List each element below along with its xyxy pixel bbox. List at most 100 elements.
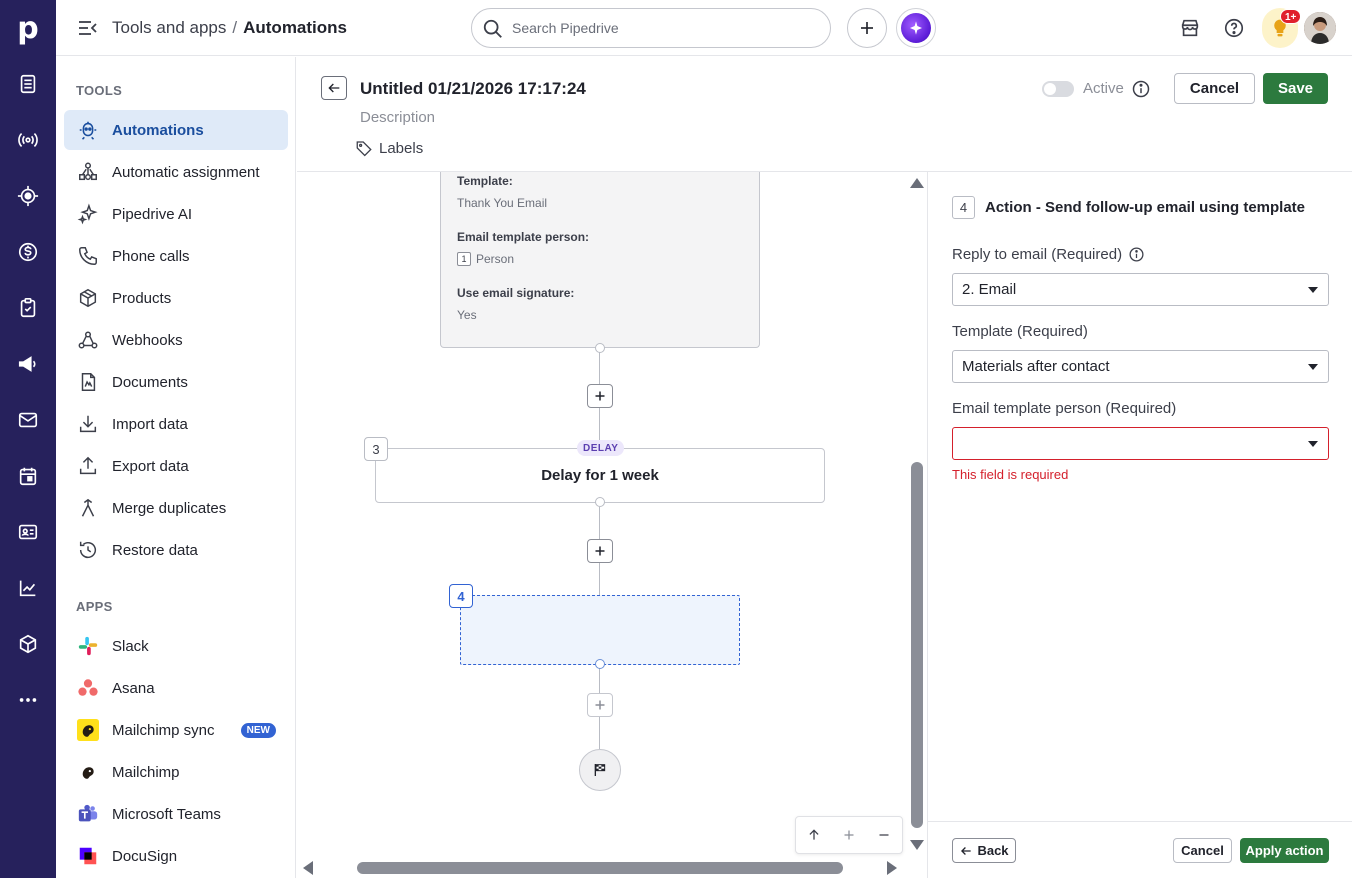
- breadcrumb-separator: /: [232, 18, 238, 37]
- labels-button[interactable]: Labels: [355, 139, 423, 157]
- template-select[interactable]: Materials after contact: [952, 350, 1329, 383]
- sidebar-item-pipedrive-ai[interactable]: Pipedrive AI: [64, 194, 288, 234]
- sidebar-item-webhooks[interactable]: Webhooks: [64, 320, 288, 360]
- info-icon[interactable]: [1128, 246, 1145, 263]
- person-value: Person: [476, 252, 515, 266]
- reply-to-select[interactable]: 2. Email: [952, 273, 1329, 306]
- apply-action-button[interactable]: Apply action: [1240, 838, 1329, 863]
- signature-value: Yes: [457, 308, 477, 322]
- phone-icon: [76, 244, 100, 268]
- sidebar-item-automations[interactable]: Automations: [64, 110, 288, 150]
- add-step-button[interactable]: [587, 539, 613, 563]
- teams-icon: [76, 802, 100, 826]
- back-button[interactable]: Back: [952, 838, 1016, 863]
- deals-icon[interactable]: [0, 64, 56, 104]
- tag-icon: [356, 141, 372, 157]
- scroll-left-arrow[interactable]: [303, 861, 313, 875]
- reply-to-value: 2. Email: [962, 281, 1017, 298]
- pipedrive-logo[interactable]: p: [0, 0, 56, 56]
- sidebar-item-asana[interactable]: Asana: [64, 668, 288, 708]
- scroll-up-button[interactable]: [801, 822, 827, 848]
- sparkle-icon: [910, 21, 922, 35]
- automations-icon: [76, 118, 100, 142]
- dollar-icon[interactable]: [0, 232, 56, 272]
- cancel-action-button[interactable]: Cancel: [1173, 838, 1232, 863]
- scroll-up-arrow[interactable]: [910, 178, 924, 188]
- search-icon: [483, 19, 502, 38]
- scroll-thumb[interactable]: [357, 862, 843, 874]
- leads-icon[interactable]: [0, 120, 56, 160]
- mail-icon[interactable]: [0, 400, 56, 440]
- zoom-out-button[interactable]: [871, 822, 897, 848]
- plus-icon: [595, 700, 605, 710]
- vertical-scrollbar[interactable]: [907, 172, 927, 878]
- zoom-controls: [795, 816, 903, 854]
- tasks-icon[interactable]: [0, 288, 56, 328]
- avatar[interactable]: [1304, 12, 1336, 44]
- sidebar-item-slack[interactable]: Slack: [64, 626, 288, 666]
- zoom-in-button[interactable]: [836, 822, 862, 848]
- step-3-card[interactable]: Delay for 1 week: [375, 448, 825, 503]
- import-icon: [76, 412, 100, 436]
- template-value: Materials after contact: [962, 358, 1110, 375]
- add-step-button[interactable]: [587, 693, 613, 717]
- sidebar-item-label: Microsoft Teams: [112, 805, 221, 823]
- connector-dot: [595, 497, 605, 507]
- sidebar-item-mailchimp-sync[interactable]: Mailchimp sync NEW: [64, 710, 288, 750]
- back-label: Back: [977, 843, 1009, 858]
- products-icon[interactable]: [0, 624, 56, 664]
- restore-icon: [76, 538, 100, 562]
- plus-icon: [844, 830, 854, 840]
- info-icon[interactable]: [1131, 79, 1151, 99]
- sidebar-item-products[interactable]: Products: [64, 278, 288, 318]
- sidebar-item-mailchimp[interactable]: Mailchimp: [64, 752, 288, 792]
- campaigns-icon[interactable]: [0, 344, 56, 384]
- search-input[interactable]: [512, 18, 812, 38]
- sparkle-icon: [76, 202, 100, 226]
- panel-title: Action - Send follow-up email using temp…: [985, 199, 1306, 216]
- sidebar-item-restore-data[interactable]: Restore data: [64, 530, 288, 570]
- more-icon[interactable]: [0, 680, 56, 720]
- back-button[interactable]: [321, 76, 347, 100]
- sidebar-item-microsoft-teams[interactable]: Microsoft Teams: [64, 794, 288, 834]
- sidebar-item-automatic-assignment[interactable]: Automatic assignment: [64, 152, 288, 192]
- step-4-number: 4: [449, 584, 473, 608]
- sidebar-item-documents[interactable]: Documents: [64, 362, 288, 402]
- sidebar-item-phone-calls[interactable]: Phone calls: [64, 236, 288, 276]
- scroll-right-arrow[interactable]: [887, 861, 897, 875]
- active-toggle[interactable]: [1042, 81, 1074, 97]
- step-2-card[interactable]: Template: Thank You Email Email template…: [440, 172, 760, 348]
- scroll-down-arrow[interactable]: [910, 840, 924, 850]
- quick-add-button[interactable]: [847, 8, 887, 48]
- contacts-icon[interactable]: [0, 512, 56, 552]
- marketplace-icon[interactable]: [1176, 14, 1204, 42]
- sidebar-item-label: Phone calls: [112, 247, 190, 265]
- sidebar-item-label: Pipedrive AI: [112, 205, 193, 223]
- ai-assistant-button[interactable]: [896, 8, 936, 48]
- scroll-thumb[interactable]: [911, 462, 923, 828]
- collapse-menu-icon[interactable]: [76, 16, 100, 40]
- help-icon[interactable]: [1220, 14, 1248, 42]
- sidebar-item-export-data[interactable]: Export data: [64, 446, 288, 486]
- finish-node: [579, 749, 621, 791]
- description-field[interactable]: Description: [360, 109, 435, 126]
- target-icon[interactable]: [0, 176, 56, 216]
- automation-title[interactable]: Untitled 01/21/2026 17:17:24: [360, 79, 586, 99]
- insights-icon[interactable]: [0, 568, 56, 608]
- person-select[interactable]: [952, 427, 1329, 460]
- sidebar-item-docusign[interactable]: DocuSign: [64, 836, 288, 876]
- horizontal-scrollbar[interactable]: [297, 858, 907, 878]
- workflow-canvas[interactable]: Template: Thank You Email Email template…: [297, 172, 927, 878]
- template-label: Template (Required): [952, 323, 1088, 340]
- cancel-button[interactable]: Cancel: [1174, 73, 1255, 104]
- add-step-button[interactable]: [587, 384, 613, 408]
- breadcrumb-parent[interactable]: Tools and apps: [112, 18, 226, 37]
- sidebar-item-label: DocuSign: [112, 847, 178, 865]
- calendar-icon[interactable]: [0, 456, 56, 496]
- save-button[interactable]: Save: [1263, 73, 1328, 104]
- search-bar[interactable]: [471, 8, 831, 48]
- active-label: Active: [1083, 80, 1124, 97]
- step-4-card-selected[interactable]: [460, 595, 740, 665]
- sidebar-item-merge-duplicates[interactable]: Merge duplicates: [64, 488, 288, 528]
- sidebar-item-import-data[interactable]: Import data: [64, 404, 288, 444]
